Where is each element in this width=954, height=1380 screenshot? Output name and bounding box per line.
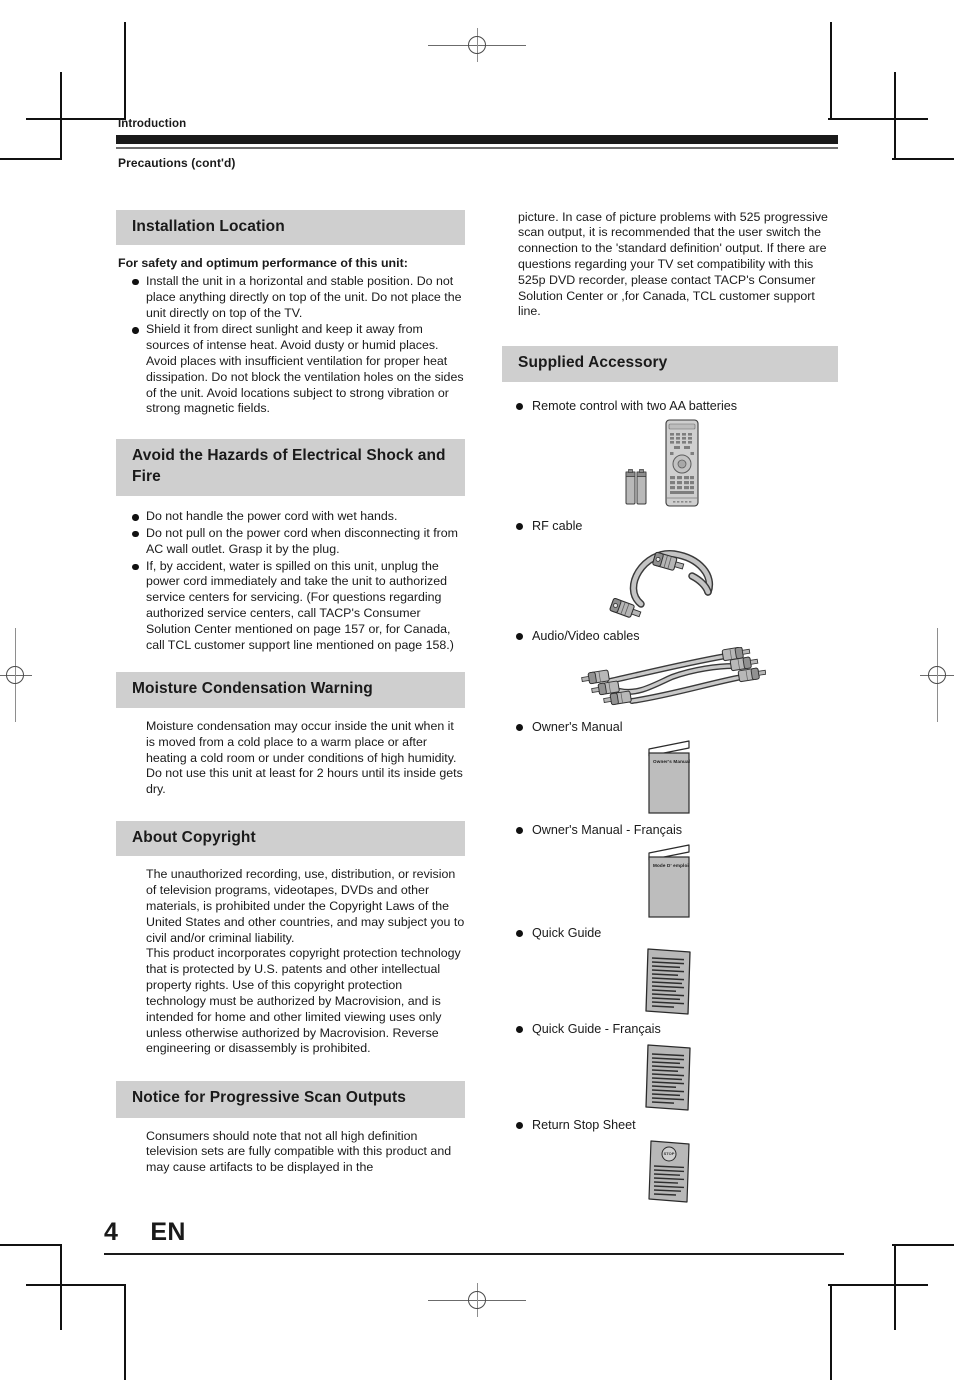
accessory-label: Audio/Video cables [516,628,838,644]
heading-installation-location: Installation Location [116,209,465,246]
heading-about-copyright: About Copyright [116,820,465,857]
accessory-label: Quick Guide [516,925,838,941]
page-footer: 4 EN [104,1218,844,1256]
footer-rule [104,1253,844,1256]
installation-lead-text: For safety and optimum performance of th… [118,256,408,271]
registration-mark-right-middle [920,628,954,722]
page-subtitle: Precautions (cont'd) [118,155,236,170]
booklet-icon: Mode D' emploi [641,843,701,921]
figure-av-cables [504,646,838,713]
figure-return-stop-sheet: STOP [504,1136,838,1208]
accessory-owners-manual: Owner's Manual Owner's Manual [504,719,838,819]
accessory-label: Quick Guide - Français [516,1021,838,1037]
accessory-owners-manual-francais: Owner's Manual - Français Mode D' emploi [504,822,838,922]
list-item: Do not handle the power cord with wet ha… [132,509,465,525]
language-code: EN [150,1218,186,1246]
registration-mark-left-middle [0,628,32,722]
header-rule-thick [116,135,838,144]
copyright-body: The unauthorized recording, use, distrib… [116,856,465,1057]
heading-moisture-condensation: Moisture Condensation Warning [116,672,465,708]
section-electrical-hazards: Avoid the Hazards of Electrical Shock an… [116,439,465,653]
av-cables-icon [581,646,766,705]
rf-cable-icon [609,550,714,619]
figure-quick-guide-francais-sheet [504,1039,838,1115]
sheet-icon [645,948,691,1015]
section-about-copyright: About Copyright The unauthorized recordi… [116,820,465,1057]
sheet-icon [645,1044,691,1111]
accessory-label: Owner's Manual - Français [516,822,838,838]
installation-bullet-list: Install the unit in a horizontal and sta… [116,274,465,417]
page-content: Introduction Precautions (cont'd) Instal… [116,118,838,1208]
figure-remote-control-and-batteries [504,416,838,512]
two-column-body: Installation Location For safety and opt… [116,209,838,1208]
paragraph: The unauthorized recording, use, distrib… [146,867,465,945]
list-item: Install the unit in a horizontal and sta… [132,274,465,321]
accessory-rf-cable: RF cable [504,518,838,624]
registration-mark-bottom-center [428,1283,526,1317]
accessory-av-cables: Audio/Video cables [504,628,838,712]
accessory-label: RF cable [516,518,838,534]
crop-mark-top-left [0,22,136,160]
list-item: If, by accident, water is spilled on thi… [132,559,465,654]
continued-paragraph: picture. In case of picture problems wit… [518,209,828,319]
heading-supplied-accessory: Supplied Accessory [502,346,838,382]
figure-rf-cable [504,536,838,624]
registration-mark-top-center [428,28,526,62]
accessory-quick-guide-francais: Quick Guide - Français [504,1021,838,1115]
crop-mark-top-right [818,22,954,160]
paragraph: Consumers should note that not all high … [146,1128,452,1175]
paragraph: Moisture condensation may occur inside t… [146,718,463,797]
left-column: Installation Location For safety and opt… [116,209,465,1176]
accessory-quick-guide: Quick Guide [504,925,838,1019]
section-installation-location: Installation Location For safety and opt… [116,209,465,418]
remote-control-icon [665,419,699,507]
list-item: Do not pull on the power cord when disco… [132,526,465,558]
booklet-cover-title: Mode D' emploi [653,862,689,868]
progressive-body: Consumers should note that not all high … [116,1118,465,1176]
accessory-label: Remote control with two AA batteries [516,398,838,414]
moisture-body: Moisture condensation may occur inside t… [116,708,465,798]
accessory-remote-control: Remote control with two AA batteries [504,398,838,512]
figure-quick-guide-sheet [504,943,838,1019]
battery-pair-icon [625,469,647,505]
header-rule-thin [116,147,838,149]
sheet-with-seal-icon [648,1140,690,1203]
accessory-return-stop-sheet: Return Stop Sheet STOP [504,1117,838,1207]
booklet-icon: Owner's Manual [641,739,701,817]
heading-progressive-scan: Notice for Progressive Scan Outputs [116,1081,465,1118]
hazards-bullet-list: Do not handle the power cord with wet ha… [116,509,465,653]
figure-owners-manual-booklet: Owner's Manual [504,737,838,819]
seal-label: STOP [663,1151,675,1157]
page-number-line: 4 EN [104,1218,844,1253]
heading-avoid-hazards: Avoid the Hazards of Electrical Shock an… [116,439,465,497]
list-item: Shield it from direct sunlight and keep … [132,322,465,417]
accessory-label: Return Stop Sheet [516,1117,838,1133]
running-head: Introduction [118,118,187,130]
accessory-label: Owner's Manual [516,719,838,735]
section-progressive-scan: Notice for Progressive Scan Outputs Cons… [116,1081,465,1176]
section-moisture-condensation: Moisture Condensation Warning Moisture c… [116,672,465,798]
figure-owners-manual-francais-booklet: Mode D' emploi [504,841,838,923]
paragraph: This product incorporates copyright prot… [146,946,461,1056]
page-number: 4 [104,1218,119,1246]
right-column: picture. In case of picture problems wit… [502,209,838,1208]
booklet-cover-title: Owner's Manual [653,759,691,765]
